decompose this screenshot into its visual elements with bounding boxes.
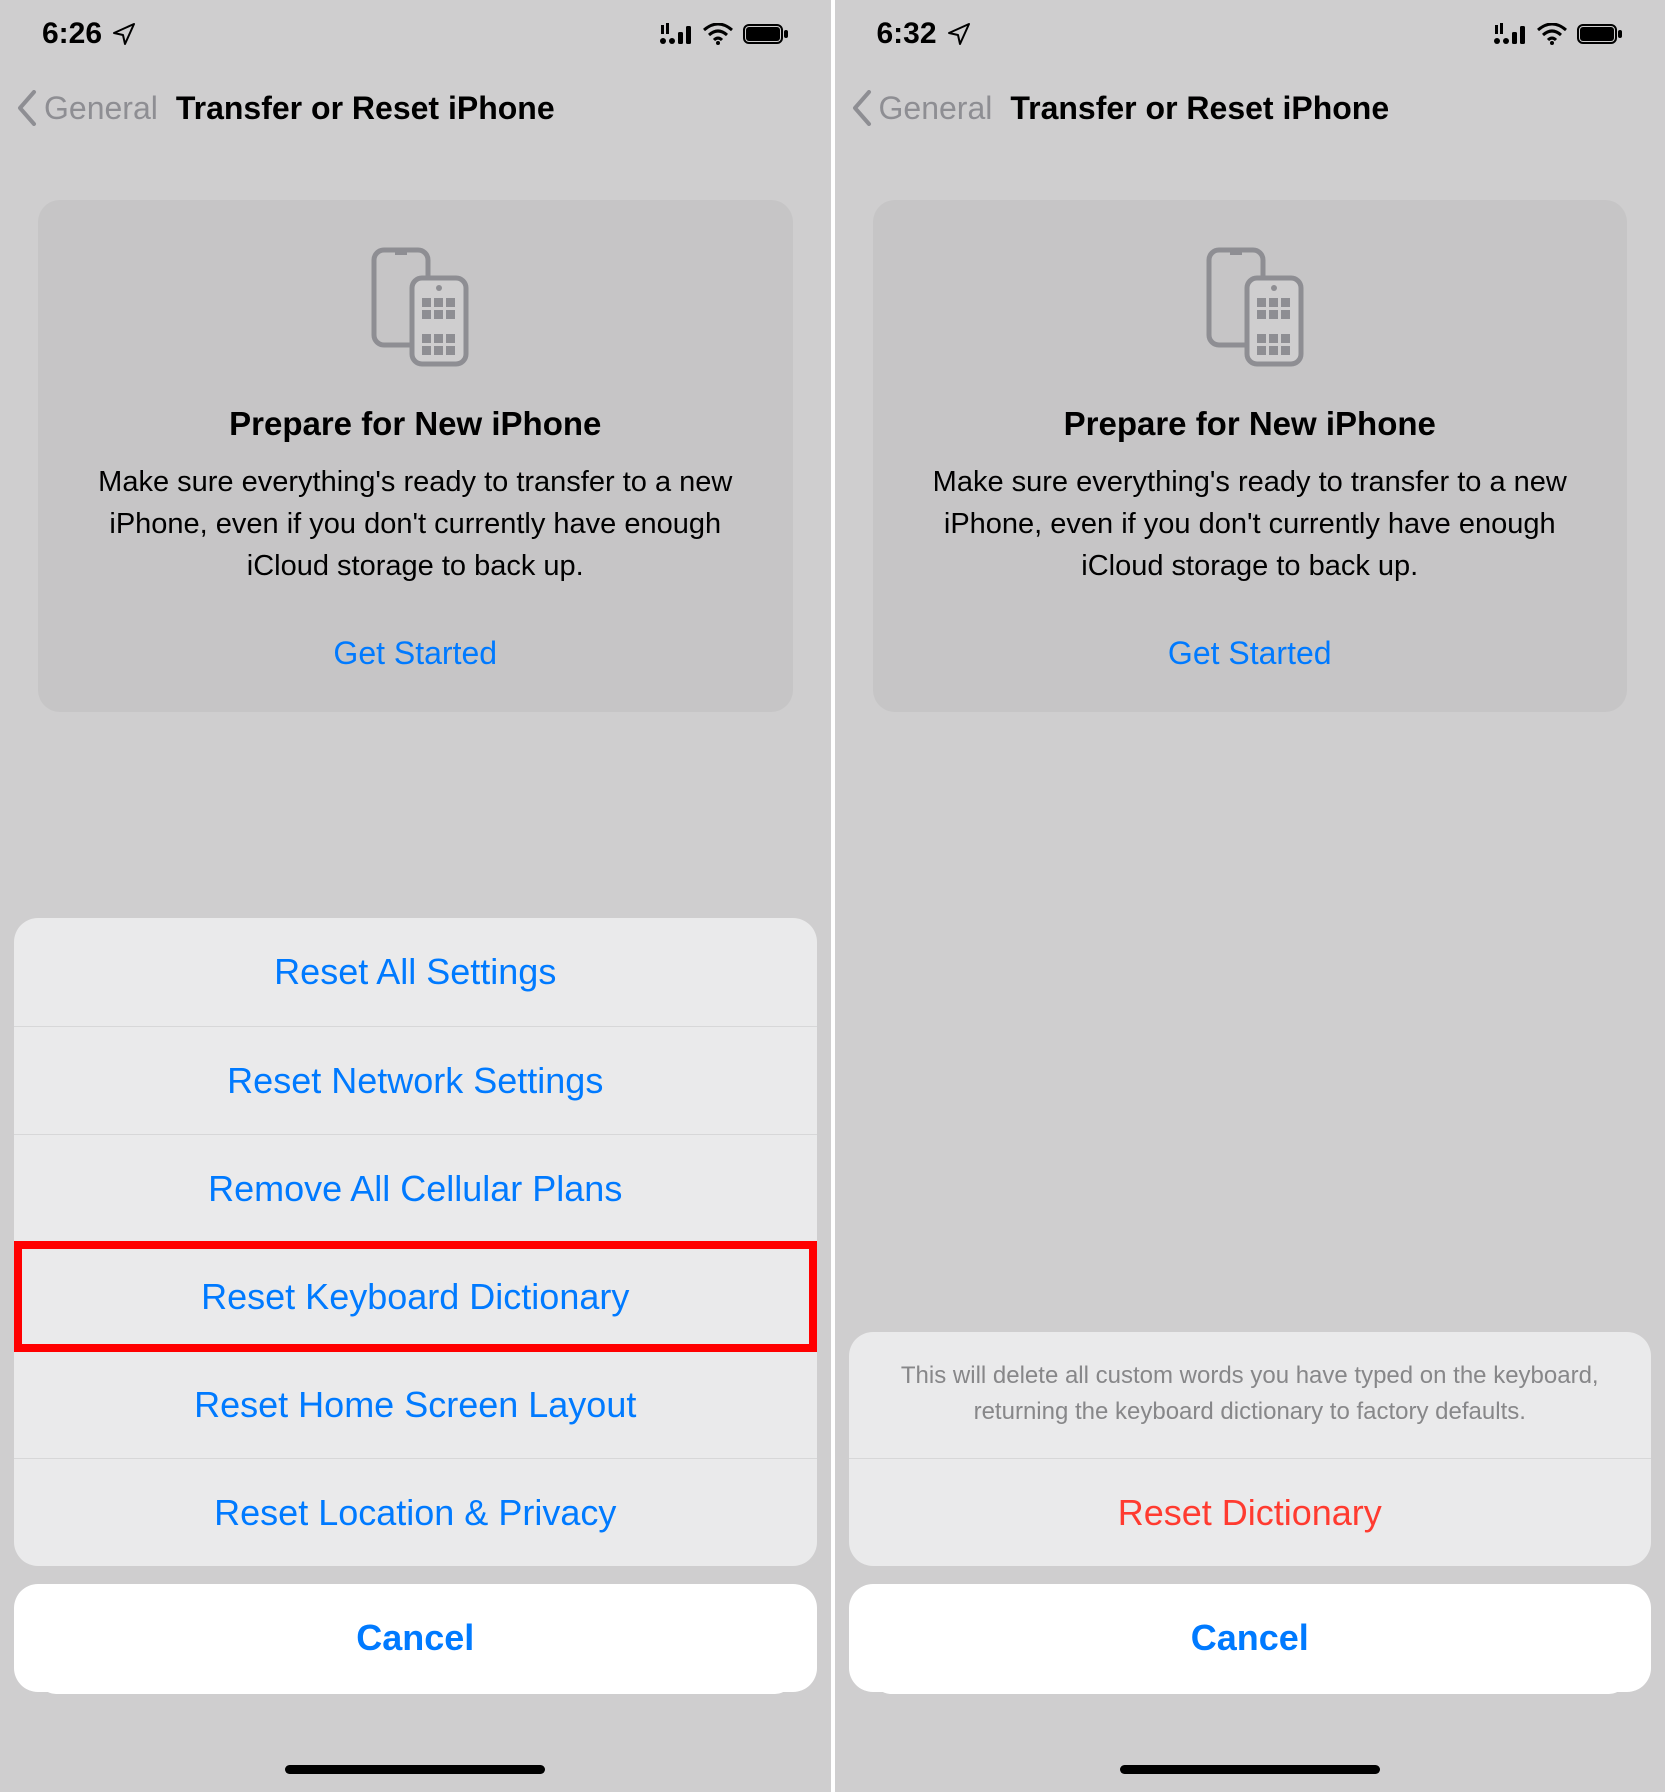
- reset-dictionary-button[interactable]: Reset Dictionary: [849, 1458, 1652, 1566]
- prepare-card: Prepare for New iPhone Make sure everyth…: [873, 200, 1628, 712]
- devices-icon: [1185, 240, 1315, 375]
- action-sheet: Reset All Settings Reset Network Setting…: [0, 918, 831, 1792]
- nav-bar: General Transfer or Reset iPhone: [0, 68, 831, 148]
- chevron-left-icon: [16, 90, 38, 126]
- reset-location-privacy[interactable]: Reset Location & Privacy: [14, 1458, 817, 1566]
- reset-home-screen-layout[interactable]: Reset Home Screen Layout: [14, 1350, 817, 1458]
- location-icon: [112, 22, 136, 46]
- reset-all-settings[interactable]: Reset All Settings: [14, 918, 817, 1026]
- battery-icon: [1577, 23, 1623, 45]
- cancel-button[interactable]: Cancel: [14, 1584, 817, 1692]
- back-label: General: [879, 90, 993, 127]
- wifi-icon: [1537, 23, 1567, 45]
- devices-icon: [350, 240, 480, 375]
- cancel-button[interactable]: Cancel: [849, 1584, 1652, 1692]
- signal-icon: [1493, 23, 1527, 45]
- card-title: Prepare for New iPhone: [909, 405, 1592, 443]
- reset-keyboard-dictionary[interactable]: Reset Keyboard Dictionary: [14, 1242, 817, 1350]
- confirm-sheet: This will delete all custom words you ha…: [835, 1332, 1665, 1792]
- phone-right: 6:32 General Transfer or Reset iPhone: [835, 0, 1665, 1792]
- home-indicator[interactable]: [1120, 1765, 1380, 1774]
- get-started-link[interactable]: Get Started: [909, 635, 1592, 672]
- card-title: Prepare for New iPhone: [74, 405, 757, 443]
- get-started-link[interactable]: Get Started: [74, 635, 757, 672]
- wifi-icon: [703, 23, 733, 45]
- back-button[interactable]: General: [16, 90, 158, 127]
- page-title: Transfer or Reset iPhone: [992, 90, 1649, 127]
- card-description: Make sure everything's ready to transfer…: [909, 461, 1592, 587]
- back-button[interactable]: General: [851, 90, 993, 127]
- back-label: General: [44, 90, 158, 127]
- card-description: Make sure everything's ready to transfer…: [74, 461, 757, 587]
- remove-cellular-plans[interactable]: Remove All Cellular Plans: [14, 1134, 817, 1242]
- chevron-left-icon: [851, 90, 873, 126]
- home-indicator[interactable]: [285, 1765, 545, 1774]
- status-bar: 6:32: [835, 0, 1665, 68]
- page-title: Transfer or Reset iPhone: [158, 90, 815, 127]
- battery-icon: [743, 23, 789, 45]
- status-bar: 6:26: [0, 0, 831, 68]
- confirm-message: This will delete all custom words you ha…: [849, 1332, 1652, 1458]
- location-icon: [947, 22, 971, 46]
- reset-network-settings[interactable]: Reset Network Settings: [14, 1026, 817, 1134]
- signal-icon: [659, 23, 693, 45]
- prepare-card: Prepare for New iPhone Make sure everyth…: [38, 200, 793, 712]
- status-time: 6:26: [42, 17, 102, 51]
- phone-left: 6:26 General Transfer or Reset iPhone: [0, 0, 831, 1792]
- status-time: 6:32: [877, 17, 937, 51]
- nav-bar: General Transfer or Reset iPhone: [835, 68, 1665, 148]
